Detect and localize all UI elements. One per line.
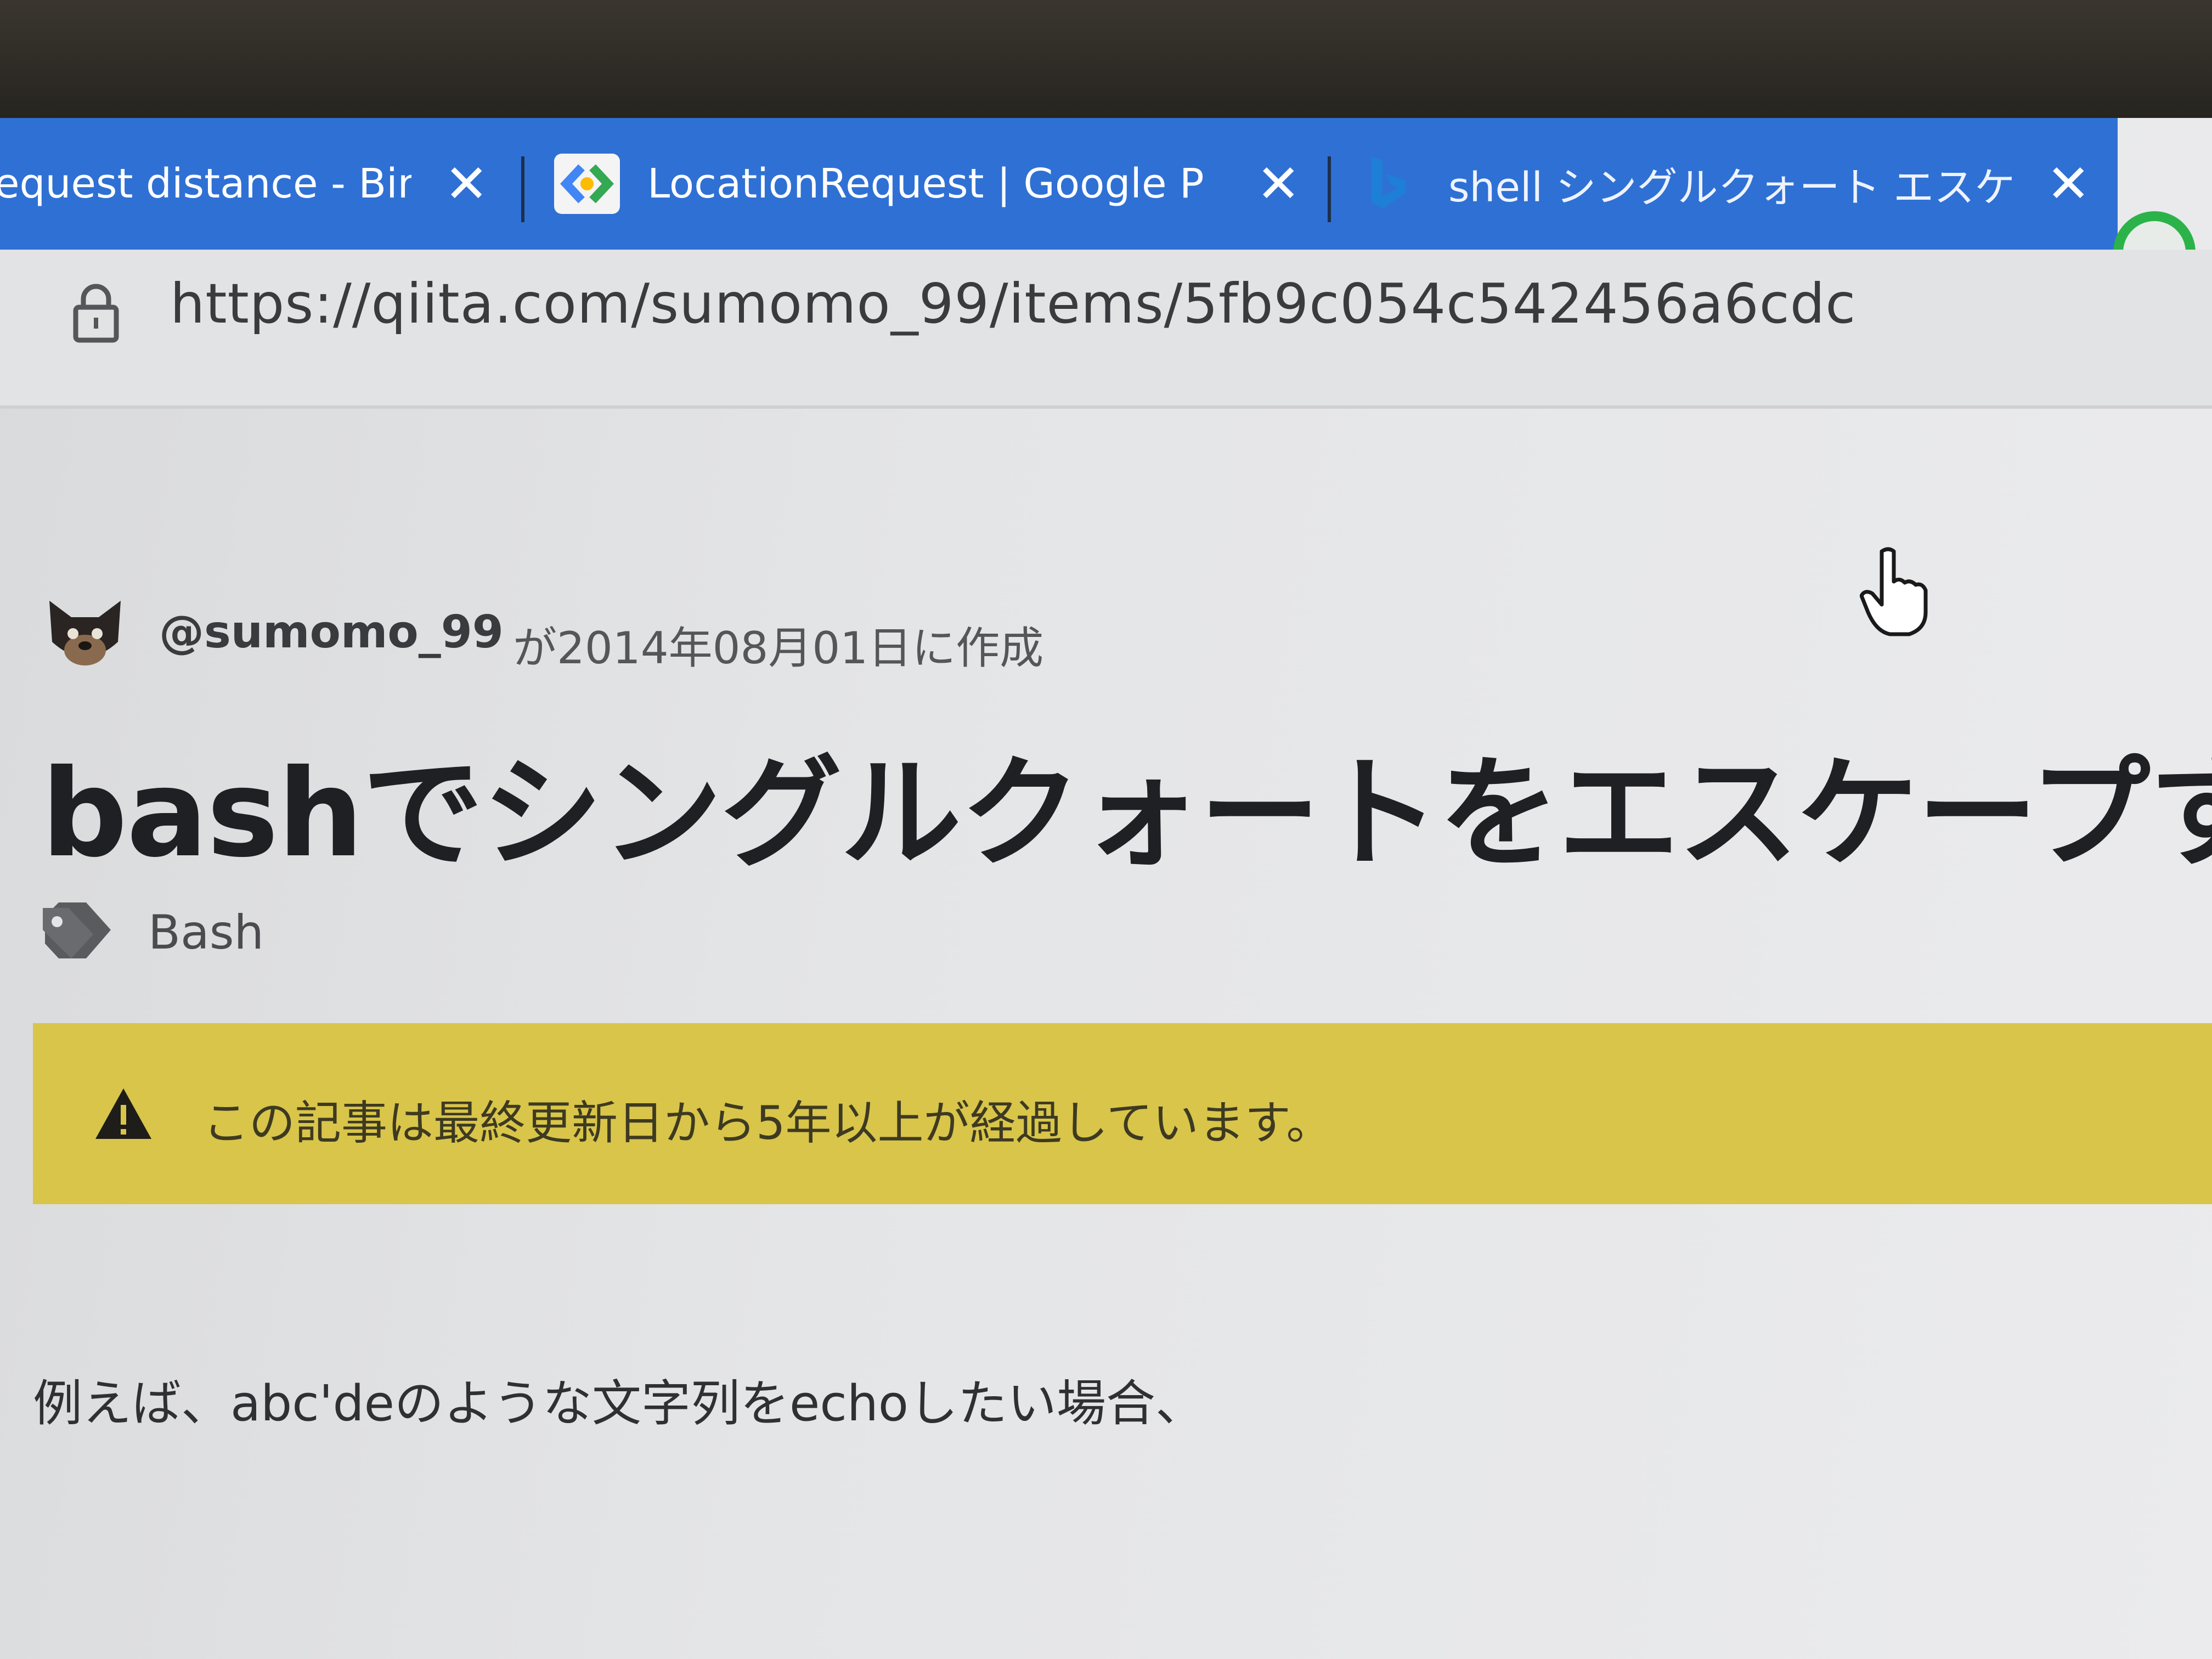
article-title: bashでシングルクォートをエスケープする方 — [41, 743, 2212, 884]
tab-locationrequest-google-play[interactable]: LocationRequest | Google Play ✕ — [527, 118, 1322, 250]
lock-icon[interactable] — [71, 283, 121, 343]
tag-icon — [38, 897, 121, 968]
warning-icon — [93, 1086, 154, 1141]
tab-bing-request-distance[interactable]: equest distance - Bing ✕ — [0, 118, 516, 250]
article-body-paragraph: 例えば、abc'deのような文字列をechoしたい場合、 — [33, 1375, 1205, 1432]
close-icon[interactable]: ✕ — [444, 157, 488, 210]
tab-title: equest distance - Bing — [0, 160, 411, 207]
created-date: が2014年08月01日に作成 — [513, 623, 1044, 674]
close-icon[interactable]: ✕ — [2046, 157, 2090, 210]
tab-title: shell シングルクォート エスケープ - Bin — [1448, 163, 2013, 211]
close-icon[interactable]: ✕ — [1256, 157, 1300, 210]
android-developers-icon — [554, 154, 620, 214]
tab-separator — [521, 156, 524, 222]
url-text[interactable]: https://qiita.com/sumomo_99/items/5fb9c0… — [170, 272, 1856, 336]
tab-separator — [1328, 156, 1331, 222]
browser-window: equest distance - Bing ✕ LocationRequest… — [0, 118, 2212, 1659]
tag-bash[interactable]: Bash — [148, 905, 264, 960]
address-bar: https://qiita.com/sumomo_99/items/5fb9c0… — [0, 250, 2212, 409]
hand-cursor-icon — [1859, 546, 1931, 639]
notice-text: この記事は最終更新日から5年以上が経過しています。 — [203, 1096, 1333, 1150]
outdated-notice-banner: この記事は最終更新日から5年以上が経過しています。 — [33, 1023, 2212, 1204]
author-username[interactable]: @sumomo_99 — [159, 606, 504, 658]
qiita-article-page: @sumomo_99 が2014年08月01日に作成 bashでシングルクォート… — [0, 409, 2212, 1659]
bing-icon — [1366, 154, 1410, 214]
tab-title: LocationRequest | Google Play — [647, 160, 1207, 207]
author-avatar[interactable] — [41, 590, 129, 678]
tab-shell-single-quote-escape-bing[interactable]: shell シングルクォート エスケープ - Bin ✕ — [1333, 118, 2118, 250]
tab-strip: equest distance - Bing ✕ LocationRequest… — [0, 118, 2118, 250]
